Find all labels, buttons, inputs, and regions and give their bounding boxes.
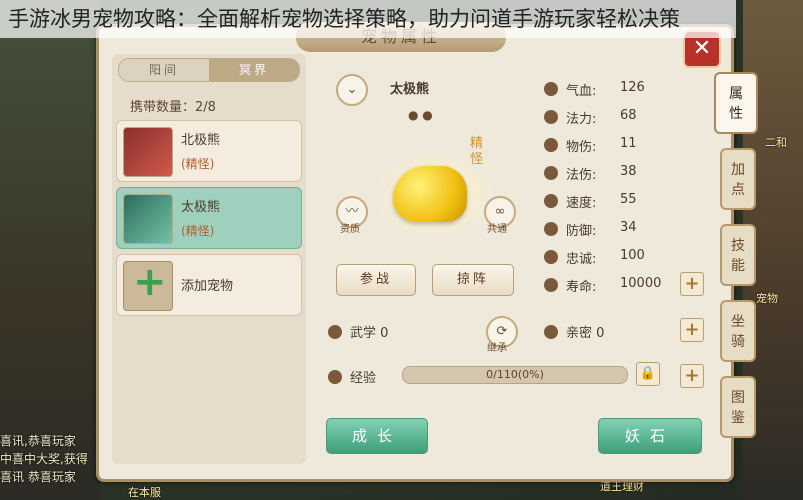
tab-skills[interactable]: 技能 — [720, 224, 756, 286]
pet-name: 北极熊 — [181, 133, 221, 148]
stat-row: 气血: 126 — [544, 78, 714, 100]
stat-key: 速度: — [566, 196, 597, 211]
stat-value: 10000 — [620, 276, 662, 291]
magic-icon — [544, 166, 558, 180]
stat-value: 126 — [620, 80, 645, 95]
tab-mount[interactable]: 坐骑 — [720, 300, 756, 362]
element-icons: ● ● — [408, 108, 433, 122]
lock-icon[interactable]: 🔒 — [636, 362, 660, 386]
stat-key: 忠诚: — [566, 252, 597, 267]
add-lifespan-button[interactable]: + — [680, 272, 704, 296]
stat-key: 法伤: — [566, 168, 597, 183]
exp-progress-bar: 0/110(0%) — [402, 366, 628, 384]
segment-yangjian[interactable]: 阳间 — [119, 59, 209, 81]
pet-list-item-selected[interactable]: 太极熊 (精怪) — [116, 187, 302, 249]
tab-label: 坐骑 — [731, 314, 745, 350]
stat-value: 68 — [620, 108, 637, 123]
tab-codex[interactable]: 图鉴 — [720, 376, 756, 438]
close-icon: ✕ — [692, 36, 712, 61]
realm-segmented-control: 阳间 冥界 — [118, 58, 300, 82]
speed-icon — [544, 194, 558, 208]
lifespan-icon — [544, 278, 558, 292]
tab-label: 图鉴 — [731, 390, 745, 426]
exp-label: 经验 — [350, 371, 377, 386]
intimacy-row: 亲密 0 — [544, 322, 604, 341]
stat-key: 防御: — [566, 224, 597, 239]
carry-value: 2/8 — [195, 100, 216, 115]
stat-value: 11 — [620, 136, 637, 151]
physical-icon — [544, 138, 558, 152]
stat-value: 34 — [620, 220, 637, 235]
game-scene-left — [0, 0, 100, 500]
talent-label: 资质 — [340, 224, 360, 235]
segment-mingjie[interactable]: 冥界 — [209, 59, 299, 81]
chat-line: 喜讯,恭喜玩家 — [0, 434, 76, 448]
pet-avatar — [123, 194, 173, 244]
stat-key: 寿命: — [566, 280, 597, 295]
stat-row: 物伤: 11 — [544, 134, 714, 156]
share-label: 共通 — [487, 224, 507, 235]
add-pet-button[interactable]: + 添加宠物 — [116, 254, 302, 316]
martial-label: 武学 0 — [350, 326, 389, 341]
mp-icon — [544, 110, 558, 124]
add-intimacy-button[interactable]: + — [680, 318, 704, 342]
martial-row: 武学 0 — [328, 322, 388, 341]
pet-model-bear — [393, 166, 467, 222]
stat-key: 物伤: — [566, 140, 597, 155]
scene-label: 宠物 — [756, 292, 778, 305]
martial-icon — [328, 325, 342, 339]
rank-tag: 精怪 — [470, 136, 484, 167]
loyalty-icon — [544, 250, 558, 264]
add-pet-label: 添加宠物 — [181, 279, 234, 294]
article-caption: 手游冰男宠物攻略：全面解析宠物选择策略，助力问道手游玩家轻松决策 — [0, 0, 736, 38]
stat-value: 55 — [620, 192, 637, 207]
tab-attributes[interactable]: 属性 — [714, 72, 758, 134]
carry-count: 携带数量：2/8 — [130, 96, 216, 115]
formation-button[interactable]: 掠阵 — [432, 264, 514, 296]
scene-label: 在本服 — [128, 486, 161, 499]
tab-label: 属性 — [729, 86, 743, 122]
stat-row: 法伤: 38 — [544, 162, 714, 184]
pet-type: (精怪) — [181, 224, 215, 238]
exp-icon — [328, 370, 342, 384]
intimacy-label: 亲密 0 — [566, 326, 605, 341]
yaoshi-button[interactable]: 妖石 — [598, 418, 702, 454]
pet-switch-chevron-icon[interactable]: ⌄ — [336, 74, 368, 106]
tab-add-points[interactable]: 加点 — [720, 148, 756, 210]
exp-row: 经验 — [328, 367, 376, 386]
pet-list-item[interactable]: 北极熊 (精怪) — [116, 120, 302, 182]
pet-title-name: 太极熊 — [390, 82, 430, 97]
tab-label: 加点 — [731, 162, 745, 198]
tab-label: 技能 — [731, 238, 745, 274]
stat-value: 38 — [620, 164, 637, 179]
pet-avatar — [123, 127, 173, 177]
hp-icon — [544, 82, 558, 96]
chat-line: 喜讯 恭喜玩家 — [0, 470, 76, 484]
stat-row: 忠诚: 100 — [544, 246, 714, 268]
world-chat: 喜讯,恭喜玩家 中喜中大奖,获得 喜讯 恭喜玩家 — [0, 432, 100, 486]
exp-progress-text: 0/110(0%) — [486, 368, 544, 381]
stat-value: 100 — [620, 248, 645, 263]
inherit-label: 继承 — [487, 343, 507, 354]
add-pet-slot: + — [123, 259, 173, 311]
add-exp-button[interactable]: + — [680, 364, 704, 388]
plus-icon: + — [133, 259, 167, 305]
scene-label: 二和 — [765, 136, 787, 149]
stat-key: 气血: — [566, 84, 597, 99]
intimacy-icon — [544, 325, 558, 339]
carry-label: 携带数量： — [130, 100, 196, 115]
stat-key: 法力: — [566, 112, 597, 127]
battle-button[interactable]: 参战 — [336, 264, 416, 296]
stat-row: 速度: 55 — [544, 190, 714, 212]
defense-icon — [544, 222, 558, 236]
pet-type: (精怪) — [181, 157, 215, 171]
chat-line: 中喜中大奖,获得 — [0, 452, 88, 466]
pet-name: 太极熊 — [181, 200, 221, 215]
stat-row: 法力: 68 — [544, 106, 714, 128]
grow-button[interactable]: 成长 — [326, 418, 428, 454]
stat-row: 防御: 34 — [544, 218, 714, 240]
